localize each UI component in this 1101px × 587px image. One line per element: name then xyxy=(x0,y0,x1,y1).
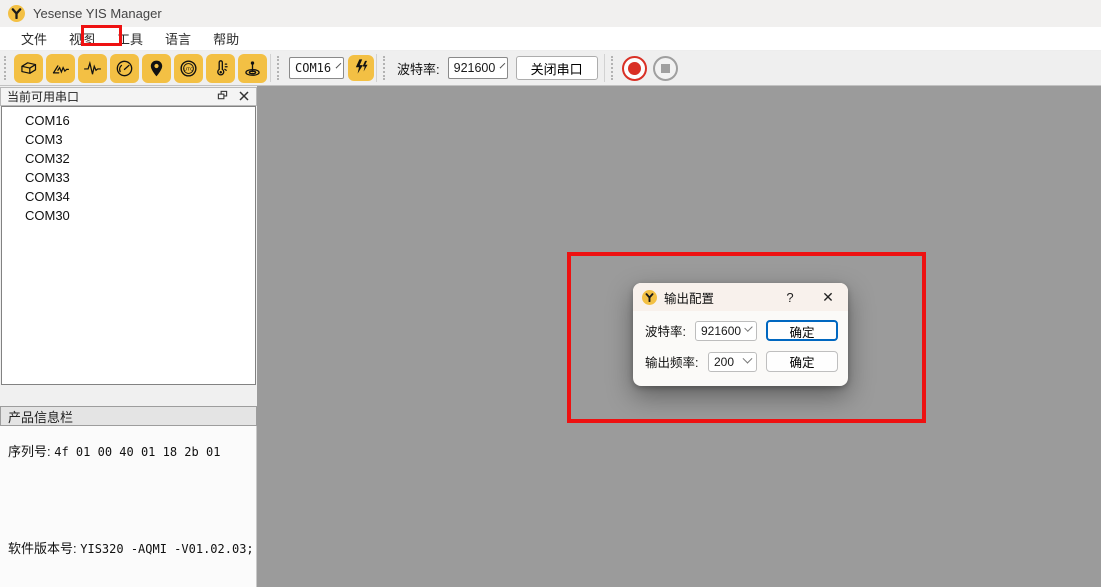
dialog-rate-select[interactable]: 200 xyxy=(708,352,757,372)
serial-ports-panel-header: 当前可用串口 xyxy=(0,87,257,106)
utc-clock-button[interactable]: UTC xyxy=(174,54,203,83)
toolbar-drag-handle[interactable] xyxy=(277,56,281,80)
close-icon xyxy=(239,89,249,104)
waveform-button[interactable] xyxy=(78,54,107,83)
float-panel-button[interactable] xyxy=(213,89,232,104)
output-config-dialog: 输出配置 ? ✕ 波特率: 921600 确定 输出频率: 200 确定 xyxy=(633,283,848,386)
menu-tools[interactable]: 工具 xyxy=(106,26,154,51)
cube-3d-icon xyxy=(18,58,39,79)
port-select[interactable]: COM16 xyxy=(289,57,344,79)
baud-confirm-button[interactable]: 确定 xyxy=(766,320,838,341)
dialog-baud-value: 921600 xyxy=(701,324,741,338)
close-port-button[interactable]: 关闭串口 xyxy=(516,56,598,80)
menu-view[interactable]: 视图 xyxy=(58,26,106,51)
software-version-row: 软件版本号: YIS320 -AQMI -V01.02.03; xyxy=(8,538,254,557)
waveform-icon xyxy=(82,58,103,79)
dialog-help-button[interactable]: ? xyxy=(778,290,802,305)
software-version-label: 软件版本号: xyxy=(8,541,77,556)
product-info-header: 产品信息栏 xyxy=(0,406,257,426)
magnetic-pin-button[interactable] xyxy=(238,54,267,83)
window-title: Yesense YIS Manager xyxy=(33,6,162,21)
menu-help[interactable]: 帮助 xyxy=(202,26,250,51)
toolbar-drag-handle[interactable] xyxy=(383,56,387,80)
chevron-down-icon xyxy=(743,354,753,364)
serial-ports-panel: 当前可用串口 COM16 COM3 COM32 COM33 COM34 xyxy=(0,86,257,587)
serial-number-value: 4f 01 00 40 01 18 2b 01 xyxy=(54,445,220,459)
port-list-item[interactable]: COM34 xyxy=(2,187,255,206)
rate-confirm-button[interactable]: 确定 xyxy=(766,351,838,372)
software-version-value: YIS320 -AQMI -V01.02.03; xyxy=(80,542,253,556)
toolbar: UTC xyxy=(0,51,1101,86)
dialog-baud-label: 波特率: xyxy=(645,321,686,340)
chevron-down-icon xyxy=(744,323,752,331)
attitude-curve-icon xyxy=(50,58,71,79)
port-list[interactable]: COM16 COM3 COM32 COM33 COM34 COM30 xyxy=(1,106,256,385)
baud-select-value: 921600 xyxy=(454,61,496,75)
toolbar-separator xyxy=(604,54,605,82)
toolbar-separator xyxy=(376,54,377,82)
stop-icon xyxy=(661,64,670,73)
title-bar: Yesense YIS Manager xyxy=(0,0,1101,27)
serial-ports-panel-title: 当前可用串口 xyxy=(7,88,211,105)
refresh-ports-button[interactable] xyxy=(348,55,374,81)
serial-number-label: 序列号: xyxy=(8,444,51,459)
product-info-body: 序列号: 4f 01 00 40 01 18 2b 01 软件版本号: YIS3… xyxy=(0,426,257,587)
toolbar-drag-handle[interactable] xyxy=(4,56,8,80)
location-button[interactable] xyxy=(142,54,171,83)
float-panel-icon xyxy=(217,89,228,104)
baud-rate-row: 波特率: 921600 确定 xyxy=(645,318,838,343)
attitude-curve-button[interactable] xyxy=(46,54,75,83)
dialog-title-bar: 输出配置 ? ✕ xyxy=(633,283,848,311)
product-info-title: 产品信息栏 xyxy=(8,407,73,426)
temperature-icon xyxy=(210,58,231,79)
dialog-rate-label: 输出频率: xyxy=(645,352,698,371)
output-rate-row: 输出频率: 200 确定 xyxy=(645,349,838,374)
chevron-down-icon xyxy=(336,62,342,68)
close-panel-button[interactable] xyxy=(234,89,253,104)
port-list-item[interactable]: COM3 xyxy=(2,130,255,149)
gauge-icon xyxy=(114,58,135,79)
magnetic-pin-icon xyxy=(242,58,263,79)
dialog-close-button[interactable]: ✕ xyxy=(816,289,840,306)
port-select-value: COM16 xyxy=(295,61,331,75)
lightning-icon xyxy=(353,58,370,78)
port-list-item[interactable]: COM16 xyxy=(2,111,255,130)
serial-number-row: 序列号: 4f 01 00 40 01 18 2b 01 xyxy=(8,441,220,460)
menu-bar: 文件 视图 工具 语言 帮助 xyxy=(0,27,1101,51)
dialog-rate-value: 200 xyxy=(714,355,734,369)
port-list-item[interactable]: COM30 xyxy=(2,206,255,225)
app-logo-icon xyxy=(8,5,25,22)
dialog-title: 输出配置 xyxy=(664,288,778,307)
app-window: Yesense YIS Manager 文件 视图 工具 语言 帮助 xyxy=(0,0,1101,587)
menu-file[interactable]: 文件 xyxy=(10,26,58,51)
temperature-button[interactable] xyxy=(206,54,235,83)
baud-rate-label: 波特率: xyxy=(397,59,440,78)
svg-text:UTC: UTC xyxy=(183,66,194,72)
dialog-baud-select[interactable]: 921600 xyxy=(695,321,757,341)
gauge-button[interactable] xyxy=(110,54,139,83)
location-pin-icon xyxy=(146,58,167,79)
port-list-item[interactable]: COM32 xyxy=(2,149,255,168)
chevron-down-icon xyxy=(500,62,506,68)
cube-3d-button[interactable] xyxy=(14,54,43,83)
baud-select[interactable]: 921600 xyxy=(448,57,508,79)
record-button[interactable] xyxy=(622,56,647,81)
dialog-body: 波特率: 921600 确定 输出频率: 200 确定 xyxy=(633,311,848,374)
toolbar-separator xyxy=(270,54,271,82)
record-icon xyxy=(628,62,641,75)
utc-clock-icon: UTC xyxy=(178,58,199,79)
menu-language[interactable]: 语言 xyxy=(154,26,202,51)
dialog-logo-icon xyxy=(642,290,657,305)
port-list-item[interactable]: COM33 xyxy=(2,168,255,187)
panel-splitter[interactable] xyxy=(0,385,257,406)
toolbar-drag-handle[interactable] xyxy=(611,56,615,80)
stop-button[interactable] xyxy=(653,56,678,81)
